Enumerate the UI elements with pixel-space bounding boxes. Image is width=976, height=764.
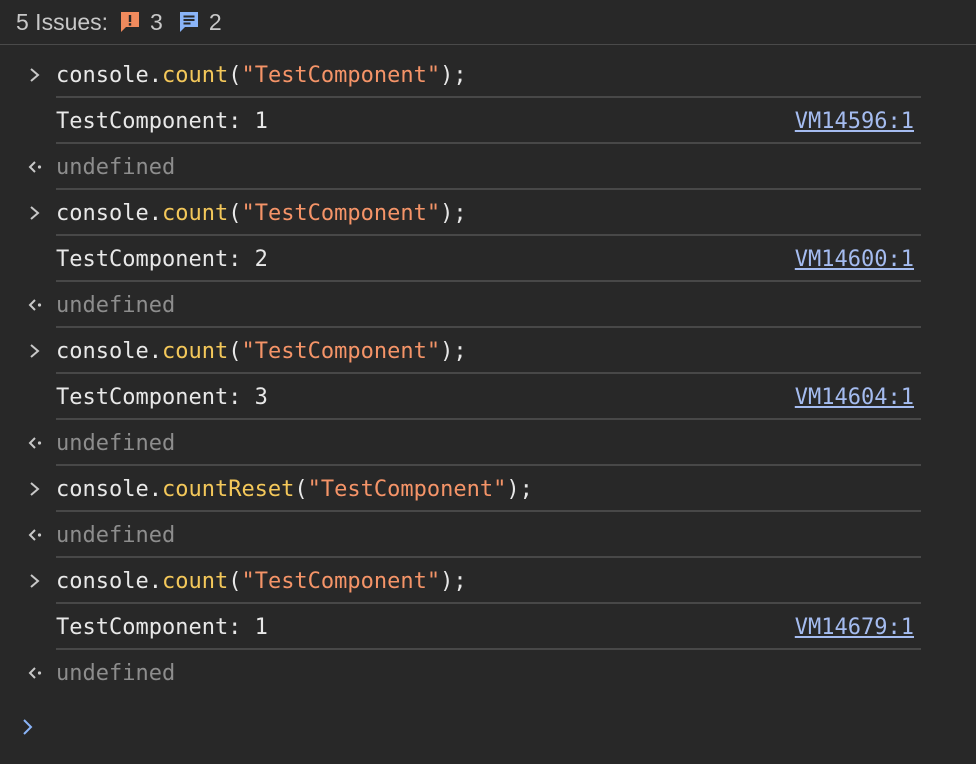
return-arrow-icon: [0, 665, 56, 681]
code-paren: );: [440, 338, 467, 364]
return-arrow-icon: [0, 297, 56, 313]
code-paren: (: [228, 62, 242, 88]
code-method: count: [161, 338, 229, 364]
source-link[interactable]: VM14679:1: [795, 615, 914, 640]
console-result-row: undefined: [0, 650, 976, 696]
message-lines-icon: [179, 12, 198, 32]
exclamation-message-icon: [121, 12, 140, 32]
code-paren: );: [440, 62, 467, 88]
console-result-row: undefined: [0, 144, 976, 190]
console-input-row[interactable]: console.count("TestComponent");: [0, 558, 976, 604]
code-object: console.: [56, 62, 162, 88]
code-method: countReset: [161, 476, 295, 502]
console-messages: console.count("TestComponent"); TestComp…: [0, 52, 976, 696]
code-string: "TestComponent": [307, 476, 507, 502]
console-result-row: undefined: [0, 420, 976, 466]
console-log-row: TestComponent: 3 VM14604:1: [0, 374, 976, 420]
console-log-row: TestComponent: 1 VM14679:1: [0, 604, 976, 650]
issues-error-count: 3: [150, 8, 163, 35]
code-string: "TestComponent": [241, 62, 441, 88]
console-log-row: TestComponent: 2 VM14600:1: [0, 236, 976, 282]
code-method: count: [161, 62, 229, 88]
return-arrow-icon: [0, 435, 56, 451]
console-input-code: console.count("TestComponent");: [56, 201, 976, 226]
code-paren: (: [228, 568, 242, 594]
devtools-console: 5 Issues: 3 2 console.count("TestCompone…: [0, 0, 976, 764]
issues-error-group[interactable]: 3: [118, 9, 163, 36]
issues-bar[interactable]: 5 Issues: 3 2: [0, 0, 976, 45]
result-value: undefined: [56, 430, 176, 456]
console-input-code: console.countReset("TestComponent");: [56, 477, 976, 502]
console-input-row[interactable]: console.count("TestComponent");: [0, 190, 976, 236]
return-arrow-icon: [0, 527, 56, 543]
console-prompt[interactable]: [0, 712, 56, 742]
code-paren: );: [506, 476, 533, 502]
result-value: undefined: [56, 660, 176, 686]
code-paren: (: [294, 476, 308, 502]
result-value: undefined: [56, 154, 176, 180]
code-paren: (: [228, 200, 242, 226]
source-link[interactable]: VM14596:1: [795, 109, 914, 134]
code-method: count: [161, 200, 229, 226]
chevron-right-icon: [0, 205, 56, 221]
console-input-code: console.count("TestComponent");: [56, 569, 976, 594]
code-object: console.: [56, 568, 162, 594]
code-string: "TestComponent": [241, 338, 441, 364]
chevron-right-icon: [0, 573, 56, 589]
source-link[interactable]: VM14600:1: [795, 247, 914, 272]
code-paren: (: [228, 338, 242, 364]
console-input-row[interactable]: console.countReset("TestComponent");: [0, 466, 976, 512]
chevron-right-icon: [0, 343, 56, 359]
code-paren: );: [440, 200, 467, 226]
code-object: console.: [56, 200, 162, 226]
prompt-chevron-icon: [23, 719, 33, 735]
code-method: count: [161, 568, 229, 594]
console-log-row: TestComponent: 1 VM14596:1: [0, 98, 976, 144]
issues-info-count: 2: [208, 8, 222, 35]
code-string: "TestComponent": [241, 200, 441, 226]
console-input-code: console.count("TestComponent");: [56, 339, 976, 364]
source-link[interactable]: VM14604:1: [795, 385, 914, 410]
console-result-row: undefined: [0, 512, 976, 558]
console-input-row[interactable]: console.count("TestComponent");: [0, 328, 976, 374]
code-object: console.: [56, 476, 162, 502]
code-object: console.: [56, 338, 162, 364]
result-value: undefined: [56, 292, 176, 318]
code-string: "TestComponent": [241, 568, 441, 594]
chevron-right-icon: [0, 67, 56, 83]
result-value: undefined: [56, 522, 176, 548]
console-input-code: console.count("TestComponent");: [56, 63, 976, 88]
console-result-row: undefined: [0, 282, 976, 328]
return-arrow-icon: [0, 159, 56, 175]
issues-label: 5 Issues:: [16, 8, 109, 35]
chevron-right-icon: [0, 481, 56, 497]
console-input-row[interactable]: console.count("TestComponent");: [0, 52, 976, 98]
issues-info-group[interactable]: 2: [177, 9, 222, 36]
code-paren: );: [440, 568, 467, 594]
